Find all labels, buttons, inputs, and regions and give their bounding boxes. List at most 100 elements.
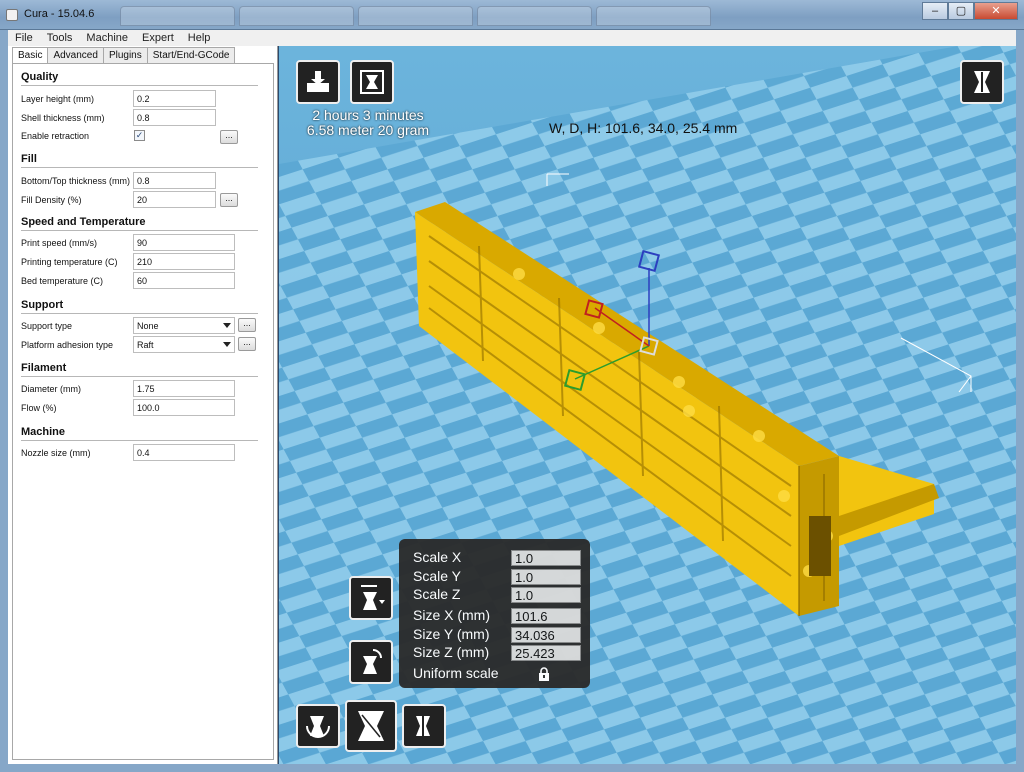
background-tab[interactable] — [358, 6, 473, 26]
menu-machine[interactable]: Machine — [79, 32, 135, 44]
fill-density-label: Fill Density (%) — [21, 195, 82, 205]
scale-y-label: Scale Y — [413, 568, 461, 584]
diameter-input[interactable]: 1.75 — [133, 380, 235, 397]
window-titlebar: Cura - 15.04.6 – ▢ ✕ — [0, 0, 1024, 30]
section-title-speed: Speed and Temperature — [21, 216, 146, 228]
retraction-checkbox[interactable]: ✓ — [134, 130, 145, 141]
platform-adhesion-select[interactable]: Raft — [133, 336, 235, 353]
view-mode-icon — [974, 71, 990, 93]
reset-icon — [363, 649, 382, 674]
load-model-icon — [307, 71, 329, 92]
size-x-label: Size X (mm) — [413, 607, 490, 623]
tab-plugins[interactable]: Plugins — [102, 47, 148, 63]
section-title-machine: Machine — [21, 426, 66, 438]
diameter-label: Diameter (mm) — [21, 384, 81, 394]
bed-temperature-input[interactable]: 60 — [133, 272, 235, 289]
chevron-down-icon — [223, 342, 231, 347]
support-type-select[interactable]: None — [133, 317, 235, 334]
size-z-label: Size Z (mm) — [413, 644, 490, 660]
divider — [21, 167, 258, 168]
size-x-input[interactable]: 101.6 — [511, 608, 581, 624]
printing-temperature-label: Printing temperature (C) — [21, 257, 118, 267]
section-title-quality: Quality — [21, 71, 59, 83]
scale-max-icon — [361, 585, 385, 610]
menu-tools[interactable]: Tools — [40, 32, 80, 44]
bottom-top-thickness-label: Bottom/Top thickness (mm) — [21, 176, 131, 186]
size-y-label: Size Y (mm) — [413, 626, 490, 642]
printing-temperature-input[interactable]: 210 — [133, 253, 235, 270]
retraction-more-button[interactable]: ... — [220, 130, 238, 144]
view-mode-button[interactable] — [960, 60, 1004, 104]
3d-viewport[interactable]: 2 hours 3 minutes 6.58 meter 20 gram W, … — [279, 46, 1016, 764]
save-toolpath-icon — [360, 70, 384, 94]
divider — [21, 230, 258, 231]
print-speed-input[interactable]: 90 — [133, 234, 235, 251]
load-model-button[interactable] — [296, 60, 340, 104]
section-title-fill: Fill — [21, 153, 37, 165]
scale-panel: Scale X 1.0 Scale Y 1.0 Scale Z 1.0 Size… — [399, 539, 590, 688]
print-time-text: 2 hours 3 minutes — [312, 107, 424, 123]
window-title: Cura - 15.04.6 — [24, 8, 95, 20]
scale-to-max-button[interactable] — [349, 576, 393, 620]
reset-scale-button[interactable] — [349, 640, 393, 684]
basic-settings: Quality Layer height (mm) 0.2 Shell thic… — [12, 63, 274, 760]
support-type-value: None — [137, 321, 159, 331]
tab-advanced[interactable]: Advanced — [47, 47, 104, 63]
divider — [21, 376, 258, 377]
platform-adhesion-value: Raft — [137, 340, 154, 350]
section-title-support: Support — [21, 299, 64, 311]
background-tab[interactable] — [120, 6, 235, 26]
fill-density-more-button[interactable]: ... — [220, 193, 238, 207]
close-button[interactable]: ✕ — [974, 2, 1018, 20]
background-tabs — [120, 6, 711, 26]
nozzle-size-input[interactable]: 0.4 — [133, 444, 235, 461]
bottom-top-thickness-input[interactable]: 0.8 — [133, 172, 216, 189]
window-frame-left — [0, 30, 8, 772]
print-speed-label: Print speed (mm/s) — [21, 238, 98, 248]
tab-basic[interactable]: Basic — [12, 47, 49, 64]
scale-x-label: Scale X — [413, 549, 462, 565]
scale-z-input[interactable]: 1.0 — [511, 587, 581, 603]
minimize-button[interactable]: – — [922, 2, 948, 20]
bed-temperature-label: Bed temperature (C) — [21, 276, 104, 286]
menu-help[interactable]: Help — [181, 32, 218, 44]
divider — [21, 440, 258, 441]
size-z-input[interactable]: 25.423 — [511, 645, 581, 661]
support-type-label: Support type — [21, 321, 73, 331]
save-toolpath-button[interactable] — [350, 60, 394, 104]
shell-thickness-input[interactable]: 0.8 — [133, 109, 216, 126]
flow-input[interactable]: 100.0 — [133, 399, 235, 416]
layer-height-input[interactable]: 0.2 — [133, 90, 216, 107]
settings-panel: Basic Advanced Plugins Start/End-GCode Q… — [8, 46, 278, 764]
model-dimensions: W, D, H: 101.6, 34.0, 25.4 mm — [549, 120, 738, 136]
tab-start-end-gcode[interactable]: Start/End-GCode — [146, 47, 236, 63]
scale-button[interactable] — [345, 700, 397, 752]
nozzle-size-label: Nozzle size (mm) — [21, 448, 91, 458]
background-tab[interactable] — [477, 6, 592, 26]
background-tab[interactable] — [239, 6, 354, 26]
platform-adhesion-more-button[interactable]: ... — [238, 337, 256, 351]
uniform-scale-label: Uniform scale — [413, 665, 499, 681]
maximize-button[interactable]: ▢ — [948, 2, 974, 20]
menu-file[interactable]: File — [8, 32, 40, 44]
rotate-button[interactable] — [296, 704, 340, 748]
mirror-button[interactable] — [402, 704, 446, 748]
window-controls: – ▢ ✕ — [922, 2, 1018, 20]
background-tab[interactable] — [596, 6, 711, 26]
chevron-down-icon — [223, 323, 231, 328]
scale-x-input[interactable]: 1.0 — [511, 550, 581, 566]
shell-thickness-label: Shell thickness (mm) — [21, 113, 105, 123]
scale-z-label: Scale Z — [413, 586, 461, 602]
platform-adhesion-label: Platform adhesion type — [21, 340, 114, 350]
fill-density-input[interactable]: 20 — [133, 191, 216, 208]
divider — [21, 85, 258, 86]
print-material-text: 6.58 meter 20 gram — [306, 122, 430, 138]
menu-bar: File Tools Machine Expert Help — [8, 30, 1016, 46]
menu-expert[interactable]: Expert — [135, 32, 181, 44]
mirror-icon — [416, 714, 430, 738]
padlock-icon[interactable] — [537, 667, 551, 681]
scale-y-input[interactable]: 1.0 — [511, 569, 581, 585]
support-type-more-button[interactable]: ... — [238, 318, 256, 332]
size-y-input[interactable]: 34.036 — [511, 627, 581, 643]
scale-icon — [358, 711, 384, 741]
